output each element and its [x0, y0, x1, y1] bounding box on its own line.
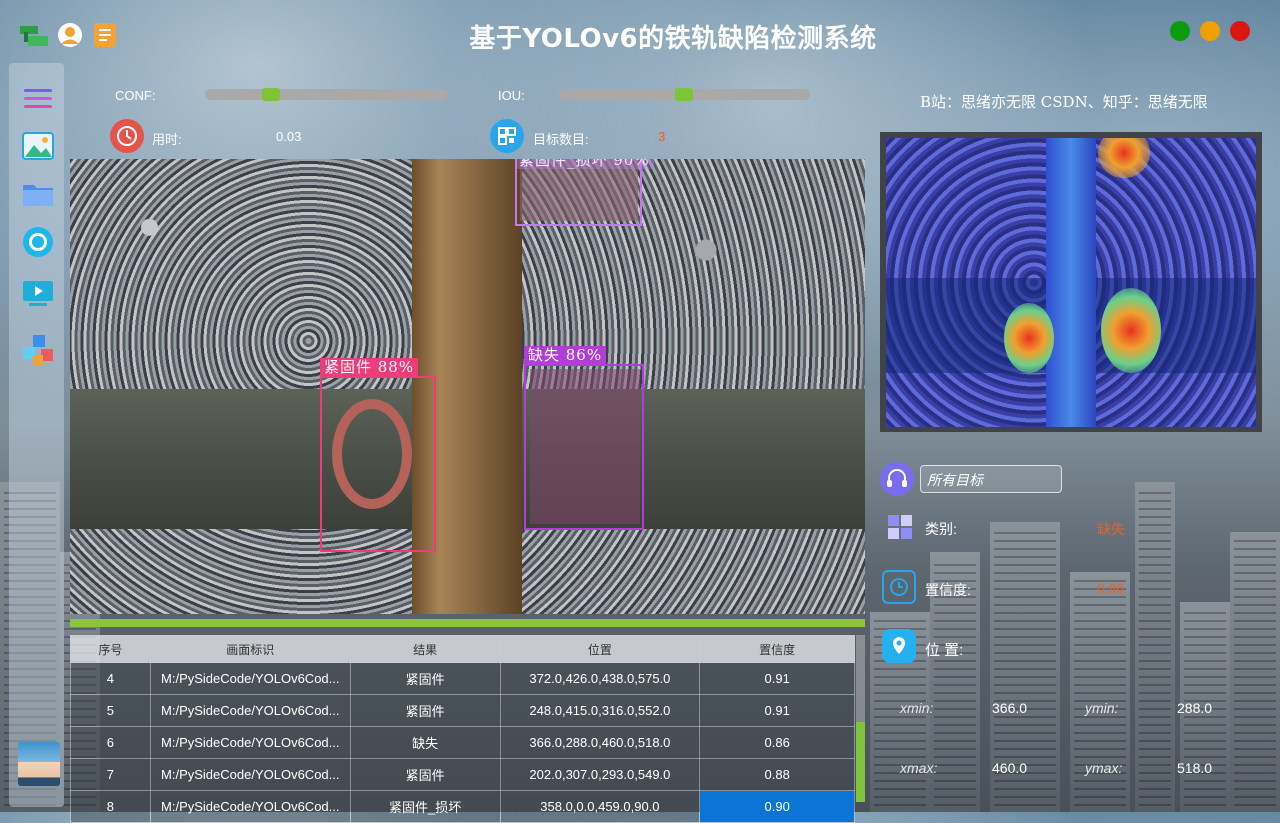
camera-icon[interactable]: [21, 225, 55, 259]
cell-position[interactable]: 248.0,415.0,316.0,552.0: [499, 694, 701, 727]
xmin-label: xmin:: [900, 700, 934, 716]
cell-source[interactable]: M:/PySideCode/YOLOv6Cod...: [149, 662, 351, 695]
menu-icon[interactable]: [21, 81, 55, 115]
bbox-label: 缺失 86%: [524, 346, 607, 364]
target-select[interactable]: 所有目标: [920, 465, 1062, 493]
time-value: 0.03: [276, 129, 302, 144]
class-label: 类别:: [925, 521, 957, 537]
cell-confidence[interactable]: 0.86: [699, 726, 855, 759]
confidence-value: 0.86: [1097, 580, 1125, 596]
confidence-icon: [882, 570, 916, 604]
iou-slider-handle[interactable]: [675, 88, 693, 101]
time-label: 用时:: [152, 132, 182, 147]
ymin-label: ymin:: [1085, 700, 1119, 716]
cell-confidence[interactable]: 0.90: [699, 790, 855, 823]
table-scrollbar[interactable]: [856, 635, 865, 802]
ymax-label: ymax:: [1085, 760, 1123, 776]
bbox-fastener: 紧固件 88%: [320, 358, 436, 552]
cell-result[interactable]: 紧固件: [349, 758, 501, 791]
heatmap-panel: [880, 132, 1262, 432]
cell-source[interactable]: M:/PySideCode/YOLOv6Cod...: [149, 790, 351, 823]
target-select-value: 所有目标: [927, 473, 983, 489]
model-icon[interactable]: [21, 333, 55, 367]
bbox-damaged-fastener: 紧固件_损坏 90%: [515, 159, 654, 226]
count-value: 3: [658, 129, 666, 144]
xmin-value: 366.0: [992, 700, 1028, 716]
confidence-label: 置信度:: [925, 582, 971, 598]
clock-icon: [110, 119, 144, 153]
cell-index[interactable]: 4: [70, 662, 151, 695]
category-icon: [887, 514, 913, 540]
cell-result[interactable]: 缺失: [349, 726, 501, 759]
cell-index[interactable]: 6: [70, 726, 151, 759]
cell-result[interactable]: 紧固件: [349, 694, 501, 727]
col-header-index[interactable]: 序号: [70, 635, 151, 663]
ymax-value: 518.0: [1177, 760, 1213, 776]
cell-confidence[interactable]: 0.91: [699, 694, 855, 727]
table-row[interactable]: 7 M:/PySideCode/YOLOv6Cod... 紧固件 202.0,3…: [70, 758, 855, 791]
cell-index[interactable]: 7: [70, 758, 151, 791]
table-row-selected[interactable]: 8 M:/PySideCode/YOLOv6Cod... 紧固件_损坏 358.…: [70, 790, 855, 823]
bbox-label: 紧固件_损坏 90%: [515, 159, 654, 169]
cell-source[interactable]: M:/PySideCode/YOLOv6Cod...: [149, 694, 351, 727]
image-icon[interactable]: [21, 129, 55, 163]
cell-position[interactable]: 372.0,426.0,438.0,575.0: [499, 662, 701, 695]
location-icon: [882, 629, 916, 663]
count-label: 目标数目:: [533, 132, 589, 147]
table-row[interactable]: 5 M:/PySideCode/YOLOv6Cod... 紧固件 248.0,4…: [70, 694, 855, 727]
cell-index[interactable]: 5: [70, 694, 151, 727]
heatmap-image: [886, 138, 1256, 427]
col-header-source[interactable]: 画面标识: [149, 635, 351, 663]
minimize-button[interactable]: [1170, 21, 1190, 41]
qrcode-icon: [490, 119, 524, 153]
bbox-label: 紧固件 88%: [320, 358, 419, 376]
col-header-result[interactable]: 结果: [349, 635, 501, 663]
cell-result[interactable]: 紧固件: [349, 662, 501, 695]
maximize-button[interactable]: [1200, 21, 1220, 41]
video-icon[interactable]: [21, 275, 55, 309]
close-button[interactable]: [1230, 21, 1250, 41]
position-label: 位 置:: [925, 642, 964, 659]
folder-icon[interactable]: [21, 177, 55, 211]
conf-label: CONF:: [115, 88, 156, 103]
app-title: 基于YOLOv6的铁轨缺陷检测系统: [469, 24, 877, 54]
credits-text: B站：思绪亦无限 CSDN、知乎：思绪无限: [920, 93, 1208, 111]
table-scrollbar-thumb[interactable]: [856, 722, 865, 802]
bbox-missing: 缺失 86%: [524, 346, 644, 530]
ymin-value: 288.0: [1177, 700, 1213, 716]
cell-source[interactable]: M:/PySideCode/YOLOv6Cod...: [149, 726, 351, 759]
iou-slider[interactable]: [558, 88, 810, 101]
cell-source[interactable]: M:/PySideCode/YOLOv6Cod...: [149, 758, 351, 791]
cell-position[interactable]: 366.0,288.0,460.0,518.0: [499, 726, 701, 759]
table-row[interactable]: 4 M:/PySideCode/YOLOv6Cod... 紧固件 372.0,4…: [70, 662, 855, 695]
conf-slider[interactable]: [205, 88, 448, 101]
headset-icon: [880, 462, 914, 496]
cell-position[interactable]: 358.0,0.0,459.0,90.0: [499, 790, 701, 823]
col-header-position[interactable]: 位置: [499, 635, 701, 663]
cell-position[interactable]: 202.0,307.0,293.0,549.0: [499, 758, 701, 791]
xmax-label: xmax:: [900, 760, 938, 776]
cell-index[interactable]: 8: [70, 790, 151, 823]
class-value: 缺失: [1097, 521, 1125, 537]
results-table[interactable]: 序号 画面标识 结果 位置 置信度 4 M:/PySideCode/YOLOv6…: [70, 619, 865, 823]
iou-label: IOU:: [498, 88, 525, 103]
col-header-confidence[interactable]: 置信度: [699, 635, 855, 663]
detection-image: 紧固件_损坏 90% 紧固件 88% 缺失 86%: [70, 159, 865, 614]
cell-confidence[interactable]: 0.88: [699, 758, 855, 791]
table-row[interactable]: 6 M:/PySideCode/YOLOv6Cod... 缺失 366.0,28…: [70, 726, 855, 759]
xmax-value: 460.0: [992, 760, 1028, 776]
sidebar: [9, 63, 64, 807]
cell-result[interactable]: 紧固件_损坏: [349, 790, 501, 823]
conf-slider-handle[interactable]: [262, 88, 280, 101]
cell-confidence[interactable]: 0.91: [699, 662, 855, 695]
avatar[interactable]: [18, 742, 60, 786]
